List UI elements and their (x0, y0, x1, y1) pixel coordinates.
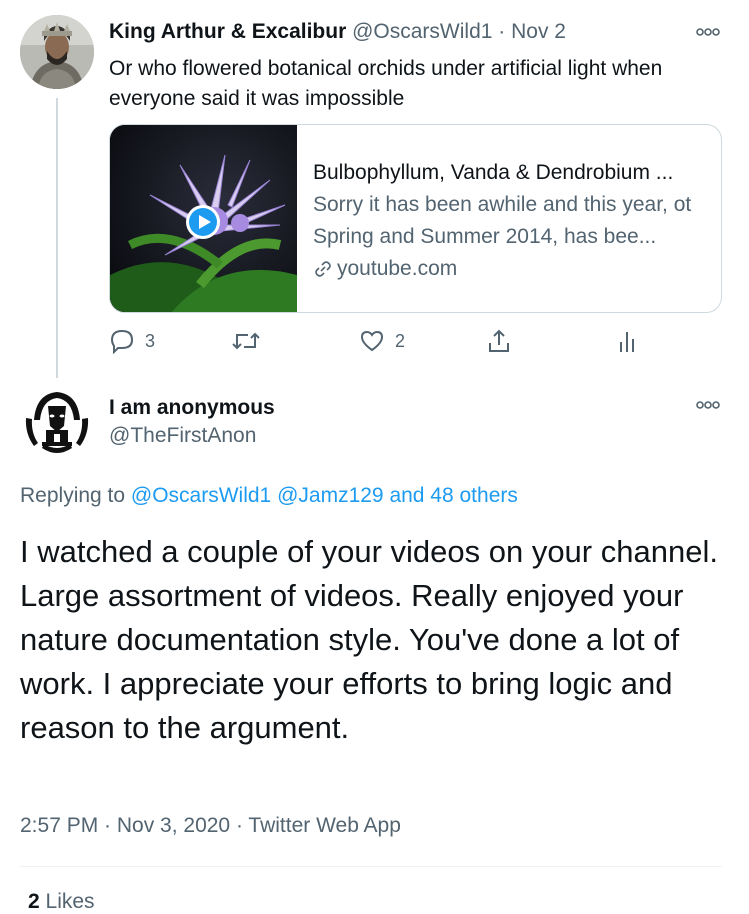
author-handle[interactable]: @OscarsWild1 (352, 20, 492, 43)
analytics-button[interactable] (616, 328, 638, 354)
card-info: Bulbophyllum, Vanda & Dendrobium ... Sor… (313, 157, 713, 285)
tweet-actions: 3 2 (109, 328, 649, 358)
card-domain: youtube.com (337, 257, 458, 280)
tweet-date[interactable]: Nov 2 (511, 20, 566, 43)
replying-users-link[interactable]: @OscarsWild1 @Jamz129 and 48 others (131, 484, 518, 507)
thread-connector-line (56, 98, 58, 378)
reply-count: 3 (145, 330, 156, 351)
author-name[interactable]: King Arthur & Excalibur (109, 20, 346, 43)
retweet-icon (232, 332, 260, 350)
link-preview-card[interactable]: Bulbophyllum, Vanda & Dendrobium ... Sor… (109, 124, 722, 313)
anonymous-avatar-image (21, 387, 93, 459)
more-icon (696, 401, 720, 409)
heart-icon (360, 330, 384, 352)
avatar-image (20, 15, 94, 89)
tweet-timestamp[interactable]: 2:57 PM · Nov 3, 2020 · Twitter Web App (20, 814, 401, 838)
divider (20, 866, 722, 867)
like-button[interactable]: 2 (359, 328, 405, 354)
link-icon (315, 261, 331, 277)
author-name[interactable]: I am anonymous (109, 396, 275, 420)
avatar[interactable] (20, 386, 94, 460)
reply-button[interactable]: 3 (109, 328, 155, 354)
play-icon[interactable] (185, 204, 221, 240)
likes-label: Likes (45, 890, 95, 913)
share-icon (489, 329, 509, 352)
likes-count: 2 (28, 890, 40, 913)
card-link: youtube.com (313, 253, 713, 285)
like-count: 2 (395, 330, 406, 351)
author-handle[interactable]: @TheFirstAnon (109, 424, 256, 448)
likes-summary[interactable]: 2 Likes (28, 890, 95, 914)
more-options-button[interactable] (695, 24, 721, 40)
replying-prefix: Replying to (20, 484, 126, 507)
header-separator: · (498, 20, 506, 43)
more-icon (696, 28, 720, 36)
avatar[interactable] (20, 15, 94, 89)
retweet-button[interactable] (230, 328, 272, 354)
share-button[interactable] (486, 328, 512, 354)
card-title: Bulbophyllum, Vanda & Dendrobium ... (313, 161, 674, 184)
reply-icon (110, 329, 134, 354)
more-options-button[interactable] (695, 397, 721, 413)
card-description: Sorry it has been awhile and this year, … (313, 193, 692, 248)
replying-to: Replying to @OscarsWild1 @Jamz129 and 48… (20, 484, 518, 508)
card-thumbnail (110, 125, 297, 312)
tweet-text: I watched a couple of your videos on you… (20, 534, 718, 745)
tweet-header: King Arthur & Excalibur @OscarsWild1 · N… (109, 20, 566, 44)
tweet-text: Or who flowered botanical orchids under … (109, 57, 663, 110)
analytics-icon (620, 332, 634, 352)
